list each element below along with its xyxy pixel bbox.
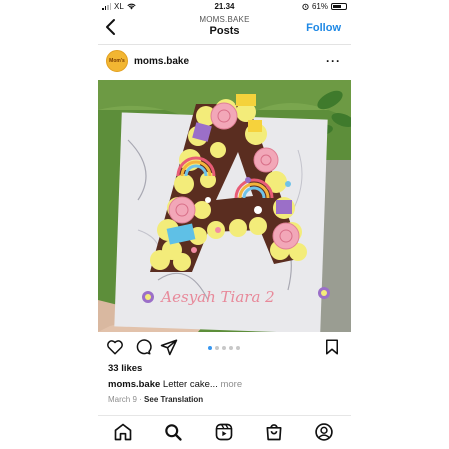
bookmark-icon[interactable] xyxy=(323,338,341,356)
post-meta: March 9 · See Translation xyxy=(108,395,203,404)
reels-icon[interactable] xyxy=(214,422,234,442)
caption-more-link[interactable]: more xyxy=(220,379,242,390)
instagram-post-screen: XL 21.34 61% MOMS.BAKE Posts Follow Mom'… xyxy=(98,0,351,449)
avatar-logo-text: Mom's xyxy=(109,58,125,64)
comment-icon[interactable] xyxy=(134,338,152,356)
caption-username[interactable]: moms.bake xyxy=(108,379,160,390)
post-date: March 9 xyxy=(108,395,137,404)
battery-icon xyxy=(331,3,347,10)
caption-text: Letter cake... xyxy=(162,379,218,390)
search-icon[interactable] xyxy=(163,422,183,442)
bottom-tab-bar xyxy=(98,421,351,443)
avatar[interactable]: Mom's xyxy=(106,50,128,72)
share-icon[interactable] xyxy=(160,338,178,356)
post-username[interactable]: moms.bake xyxy=(134,56,189,67)
status-bar: XL 21.34 61% xyxy=(98,2,351,14)
post-photo[interactable]: Aesyah Tiara 2 xyxy=(98,80,351,332)
posts-header: MOMS.BAKE Posts Follow xyxy=(98,14,351,44)
carousel-dot xyxy=(215,346,219,350)
carousel-dot xyxy=(222,346,226,350)
see-translation-link[interactable]: See Translation xyxy=(144,395,203,404)
post-actions xyxy=(98,338,351,358)
battery-percent: 61% xyxy=(311,2,328,11)
header-divider xyxy=(98,44,351,45)
cake-photo: Aesyah Tiara 2 xyxy=(98,80,351,332)
carousel-indicator xyxy=(208,346,240,350)
cake-writing-text: Aesyah Tiara 2 xyxy=(159,288,274,306)
likes-count[interactable]: 33 likes xyxy=(108,363,142,374)
carousel-dot xyxy=(236,346,240,350)
caption: moms.bake Letter cake... more xyxy=(108,379,242,390)
profile-icon[interactable] xyxy=(314,422,334,442)
shop-icon[interactable] xyxy=(264,422,284,442)
meta-separator: · xyxy=(139,395,142,404)
carousel-dot xyxy=(229,346,233,350)
heart-icon[interactable] xyxy=(106,338,124,356)
carousel-dot xyxy=(208,346,212,350)
home-icon[interactable] xyxy=(113,422,133,442)
more-options-icon[interactable]: ··· xyxy=(326,54,341,68)
follow-button[interactable]: Follow xyxy=(306,22,341,34)
post-header: Mom's moms.bake ··· xyxy=(98,48,351,76)
alarm-icon xyxy=(302,3,309,10)
tabbar-divider xyxy=(98,415,351,416)
